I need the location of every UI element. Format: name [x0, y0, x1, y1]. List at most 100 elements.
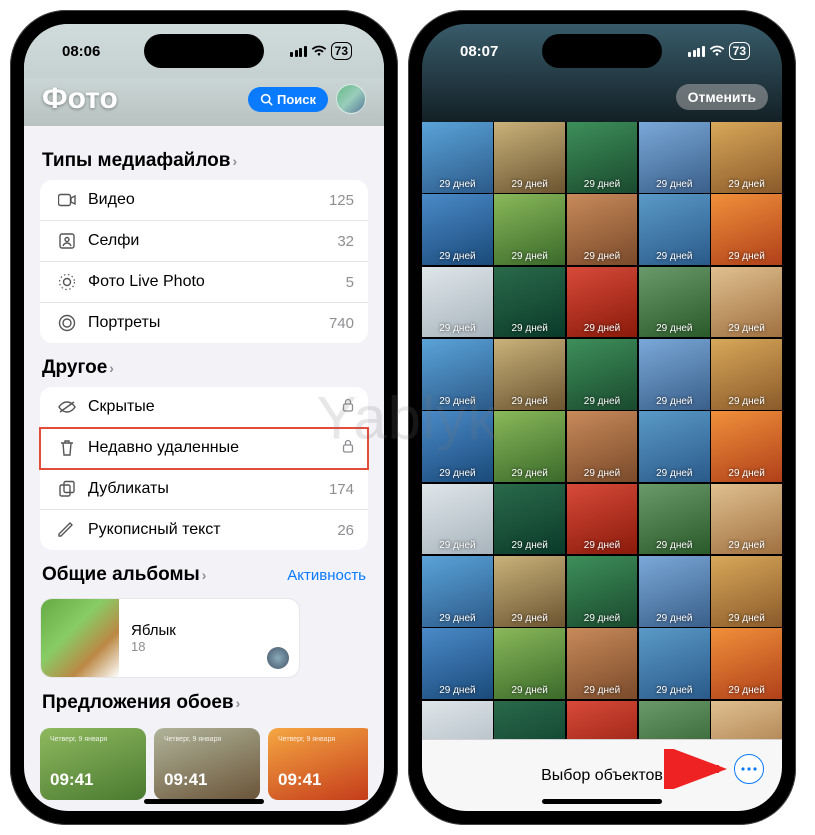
days-remaining-label: 29 дней — [656, 179, 692, 190]
selection-header: Отменить — [422, 78, 782, 120]
days-remaining-label: 29 дней — [728, 251, 764, 262]
photo-thumbnail[interactable]: 29 дней — [494, 628, 565, 699]
other-row-duplicates[interactable]: Дубликаты174 — [40, 469, 368, 510]
search-icon — [260, 93, 273, 106]
days-remaining-label: 29 дней — [584, 613, 620, 624]
section-shared-title: Общие альбомы — [42, 564, 200, 586]
photo-thumbnail[interactable]: 29 дней — [711, 411, 782, 482]
section-shared-header: Общие альбомы › Активность — [40, 550, 368, 594]
wallpaper-suggestion[interactable]: Четверг, 9 января09:41 — [154, 728, 260, 800]
wallpaper-suggestion[interactable]: Четверг, 9 января09:41 — [268, 728, 368, 800]
notch — [144, 34, 264, 68]
shared-album[interactable]: Яблык 18 — [40, 598, 300, 678]
search-button[interactable]: Поиск — [248, 87, 328, 112]
notch — [542, 34, 662, 68]
photo-thumbnail[interactable]: 29 дней — [494, 122, 565, 193]
photo-thumbnail[interactable]: 29 дней — [567, 267, 638, 338]
cancel-button[interactable]: Отменить — [676, 84, 768, 110]
photo-thumbnail[interactable]: 29 дней — [567, 194, 638, 265]
photo-thumbnail[interactable]: 29 дней — [711, 484, 782, 555]
photo-thumbnail[interactable]: 29 дней — [567, 411, 638, 482]
lock-icon — [342, 439, 354, 457]
photo-thumbnail[interactable]: 29 дней — [567, 484, 638, 555]
section-media-header[interactable]: Типы медиафайлов › — [40, 136, 368, 180]
photo-thumbnail[interactable]: 29 дней — [494, 484, 565, 555]
media-row-livephoto[interactable]: Фото Live Photo5 — [40, 262, 368, 303]
photo-thumbnail[interactable]: 29 дней — [639, 194, 710, 265]
photo-thumbnail[interactable]: 29 дней — [639, 556, 710, 627]
activity-link[interactable]: Активность — [287, 567, 366, 584]
photo-thumbnail[interactable]: 29 дней — [567, 339, 638, 410]
photo-thumbnail[interactable]: 29 дней — [422, 194, 493, 265]
days-remaining-label: 29 дней — [728, 323, 764, 334]
photo-thumbnail[interactable]: 29 дней — [639, 267, 710, 338]
more-button[interactable] — [734, 754, 764, 784]
wallpaper-suggestion[interactable]: Четверг, 9 января09:41 — [40, 728, 146, 800]
days-remaining-label: 29 дней — [728, 179, 764, 190]
photo-thumbnail[interactable]: 29 дней — [422, 628, 493, 699]
photo-thumbnail[interactable]: 29 дней — [639, 339, 710, 410]
media-row-video[interactable]: Видео125 — [40, 180, 368, 221]
photo-thumbnail[interactable]: 29 дней — [639, 411, 710, 482]
home-indicator[interactable] — [144, 799, 264, 804]
profile-avatar[interactable] — [336, 84, 366, 114]
media-row-portrait[interactable]: Портреты740 — [40, 303, 368, 343]
photo-thumbnail[interactable]: 29 дней — [711, 628, 782, 699]
other-row-hidden[interactable]: Скрытые — [40, 387, 368, 428]
other-row-handwriting[interactable]: Рукописный текст26 — [40, 510, 368, 550]
album-participant-avatar — [267, 647, 289, 669]
row-label: Недавно удаленные — [88, 439, 342, 457]
album-title: Яблык — [131, 622, 287, 639]
section-shared-title-link[interactable]: Общие альбомы › — [42, 564, 206, 586]
wallpaper-time: 09:41 — [50, 770, 93, 790]
photo-thumbnail[interactable]: 29 ДНЕЙ — [567, 701, 638, 740]
photo-thumbnail[interactable]: 29 дней — [422, 411, 493, 482]
photo-thumbnail[interactable]: 29 дней — [711, 339, 782, 410]
row-value: 125 — [329, 192, 354, 209]
photo-thumbnail[interactable]: 29 дней — [639, 122, 710, 193]
section-other-header[interactable]: Другое › — [40, 343, 368, 387]
photo-thumbnail[interactable]: 29 дней — [711, 267, 782, 338]
photo-thumbnail[interactable]: 29 ДНЕЙ — [422, 701, 493, 740]
media-row-selfie[interactable]: Селфи32 — [40, 221, 368, 262]
home-indicator[interactable] — [542, 799, 662, 804]
photo-thumbnail[interactable]: 29 дней — [711, 122, 782, 193]
row-label: Фото Live Photo — [88, 273, 346, 291]
photo-thumbnail[interactable]: 29 дней — [494, 339, 565, 410]
photo-thumbnail[interactable]: 29 дней — [422, 122, 493, 193]
photo-thumbnail[interactable]: 29 дней — [567, 122, 638, 193]
photo-thumbnail[interactable]: 29 дней — [422, 339, 493, 410]
album-count: 18 — [131, 639, 287, 654]
photo-thumbnail[interactable]: 29 дней — [494, 556, 565, 627]
wallpaper-date: Четверг, 9 января — [278, 736, 335, 743]
photo-thumbnail[interactable]: 29 дней — [567, 556, 638, 627]
days-remaining-label: 29 дней — [511, 396, 547, 407]
wallpaper-time: 09:41 — [164, 770, 207, 790]
photo-thumbnail[interactable]: 29 дней — [422, 556, 493, 627]
photo-thumbnail[interactable]: 29 дней — [422, 267, 493, 338]
photo-thumbnail[interactable]: 29 дней — [639, 628, 710, 699]
photo-thumbnail[interactable]: 29 дней — [494, 267, 565, 338]
days-remaining-label: 29 дней — [511, 323, 547, 334]
photo-thumbnail[interactable]: 29 дней — [494, 411, 565, 482]
photo-thumbnail[interactable]: 29 дней — [567, 628, 638, 699]
photo-thumbnail[interactable]: 29 дней — [639, 484, 710, 555]
video-icon — [54, 193, 80, 207]
days-remaining-label: 29 дней — [584, 396, 620, 407]
row-value: 26 — [337, 522, 354, 539]
photo-thumbnail[interactable]: 29 дней — [711, 556, 782, 627]
photo-thumbnail[interactable]: 29 ДНЕЙ — [639, 701, 710, 740]
other-row-trash[interactable]: Недавно удаленные — [40, 428, 368, 469]
photo-thumbnail[interactable]: 29 ДНЕЙ — [711, 701, 782, 740]
photo-thumbnail[interactable]: 29 дней — [422, 484, 493, 555]
status-time: 08:07 — [460, 43, 498, 60]
photo-thumbnail[interactable]: 29 ДНЕЙ — [494, 701, 565, 740]
section-wallpaper-header[interactable]: Предложения обоев › — [40, 678, 368, 722]
photo-thumbnail[interactable]: 29 дней — [711, 194, 782, 265]
photo-thumbnail[interactable]: 29 дней — [494, 194, 565, 265]
row-label: Скрытые — [88, 398, 342, 416]
days-remaining-label: 29 дней — [439, 323, 475, 334]
section-other-title: Другое — [42, 357, 107, 379]
days-remaining-label: 29 дней — [584, 179, 620, 190]
album-thumbnail — [41, 599, 119, 677]
